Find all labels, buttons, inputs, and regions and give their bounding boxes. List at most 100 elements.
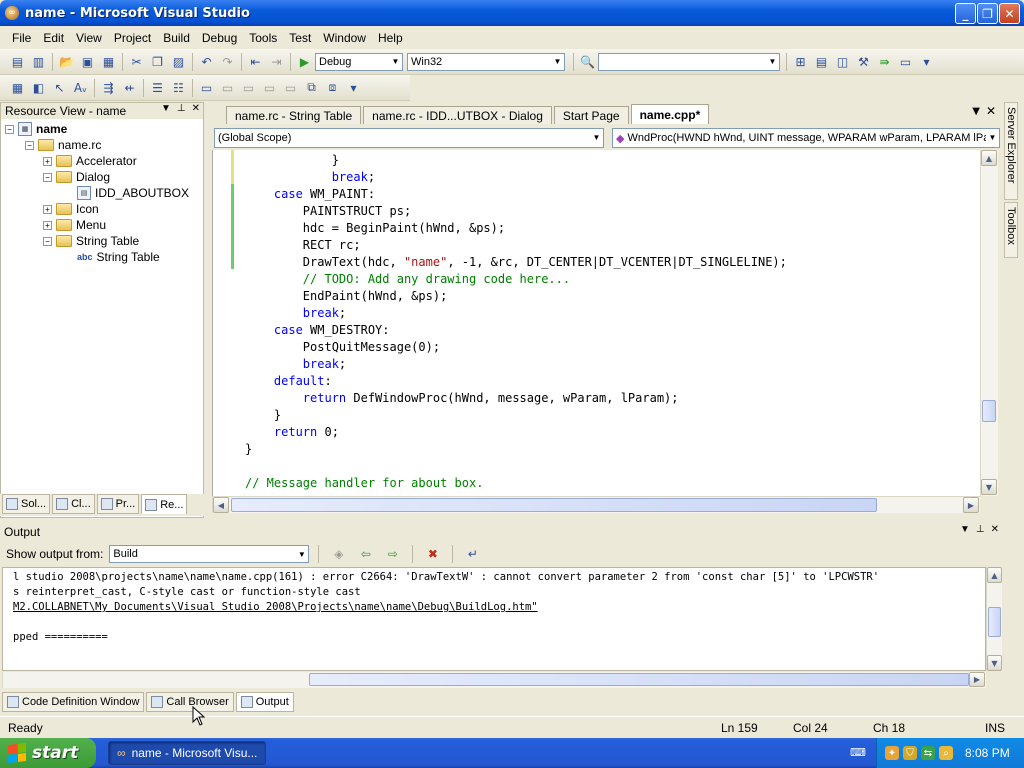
bookmark-prev-folder-icon[interactable]: ▭ [260, 78, 279, 97]
scroll-thumb[interactable] [231, 498, 877, 512]
bookmark-window-icon[interactable]: ⧈ [323, 78, 342, 97]
tab-property-manager[interactable]: Pr... [96, 494, 140, 514]
output-line[interactable]: pped ========== [13, 631, 108, 643]
code-line[interactable]: PostQuitMessage(0); [245, 340, 440, 354]
scroll-right-icon[interactable]: ▶ [969, 672, 985, 687]
new-project-icon[interactable]: ▤ [8, 52, 27, 71]
security-shield-icon[interactable]: ⛉ [903, 746, 917, 760]
code-line[interactable]: } [245, 408, 281, 422]
comment-icon[interactable]: ☰ [148, 78, 167, 97]
code-line[interactable]: DrawText(hdc, "name", -1, &rc, DT_CENTER… [245, 255, 787, 269]
scroll-left-icon[interactable]: ◀ [213, 497, 229, 513]
taskbar-item-visual-studio[interactable]: ∞ name - Microsoft Visu... [108, 741, 266, 765]
tab-output[interactable]: Output [235, 692, 294, 712]
doc-tab-string-table[interactable]: name.rc - String Table [226, 106, 362, 124]
menu-tools[interactable]: Tools [243, 31, 283, 45]
minimize-button[interactable]: _ [955, 3, 976, 24]
member-select[interactable]: ◆ WndProc(HWND hWnd, UINT message, WPARAM… [612, 128, 1000, 148]
code-line[interactable]: } [245, 442, 252, 456]
menu-window[interactable]: Window [317, 31, 372, 45]
code-line[interactable]: break; [245, 357, 346, 371]
close-icon[interactable]: ✕ [192, 103, 200, 114]
code-line[interactable]: break; [245, 306, 346, 320]
code-line[interactable]: EndPaint(hWnd, &ps); [245, 289, 448, 303]
start-button[interactable]: start [0, 738, 96, 768]
restore-button[interactable]: ❐ [977, 3, 998, 24]
outdent-icon[interactable]: ⇷ [120, 78, 139, 97]
code-horizontal-scrollbar[interactable]: ◀ ▶ [212, 496, 980, 513]
add-item-icon[interactable]: ▥ [29, 52, 48, 71]
window-position-icon[interactable]: ▼ [161, 103, 171, 114]
uncomment-icon[interactable]: ☷ [169, 78, 188, 97]
scroll-thumb[interactable] [982, 400, 996, 422]
undo-icon[interactable]: ↶ [197, 52, 216, 71]
code-line[interactable]: } [245, 153, 339, 167]
navigate-back-icon[interactable]: ⇤ [246, 52, 265, 71]
start-page-icon[interactable]: ⇛ [875, 52, 894, 71]
output-text-area[interactable]: l studio 2008\projects\name\name\name.cp… [2, 567, 986, 671]
next-message-icon[interactable]: ⇨ [383, 545, 402, 564]
output-line[interactable]: M2.COLLABNET\My Documents\Visual Studio … [13, 601, 538, 613]
tree-item-rc[interactable]: − name.rc [25, 137, 101, 153]
tab-solution-explorer[interactable]: Sol... [2, 494, 51, 514]
code-line[interactable]: hdc = BeginPaint(hWnd, &ps); [245, 221, 505, 235]
toolbox-icon[interactable]: ⚒ [854, 52, 873, 71]
code-line[interactable]: PAINTSTRUCT ps; [245, 204, 411, 218]
code-text[interactable]: } break; case WM_PAINT: PAINTSTRUCT ps; … [245, 152, 787, 492]
scope-select[interactable]: (Global Scope) ▼ [214, 128, 604, 148]
align-icon[interactable]: ◧ [29, 78, 48, 97]
bookmark-prev-icon[interactable]: ▭ [218, 78, 237, 97]
tray-app-icon[interactable]: ✦ [885, 746, 899, 760]
code-line[interactable]: case WM_DESTROY: [245, 323, 390, 337]
scroll-down-icon[interactable]: ▼ [981, 479, 997, 495]
output-horizontal-scrollbar[interactable]: ▶ [2, 672, 986, 688]
toolbar-options-icon[interactable]: ▾ [917, 52, 936, 71]
scroll-up-icon[interactable]: ▲ [981, 150, 997, 166]
code-line[interactable]: // Message handler for about box. [245, 476, 483, 490]
copy-icon[interactable]: ❐ [148, 52, 167, 71]
doc-tab-name-cpp[interactable]: name.cpp* [630, 104, 710, 124]
tab-code-definition[interactable]: Code Definition Window [2, 692, 145, 712]
scroll-thumb[interactable] [309, 673, 969, 686]
output-line[interactable]: s reinterpret_cast, C-style cast or func… [13, 586, 361, 598]
menu-debug[interactable]: Debug [196, 31, 243, 45]
bookmark-next-icon[interactable]: ▭ [239, 78, 258, 97]
output-vertical-scrollbar[interactable]: ▲ ▼ [986, 567, 1002, 671]
output-line[interactable]: l studio 2008\projects\name\name\name.cp… [13, 571, 879, 583]
menu-build[interactable]: Build [157, 31, 196, 45]
code-line[interactable]: RECT rc; [245, 238, 361, 252]
find-combo[interactable]: ▼ [598, 52, 780, 71]
tree-item-menu[interactable]: + Menu [43, 217, 106, 233]
find-message-icon[interactable]: ◈ [329, 545, 348, 564]
tab-resource-view[interactable]: Re... [141, 494, 188, 514]
pin-icon[interactable]: ⊥ [177, 103, 186, 114]
code-line[interactable]: case WM_PAINT: [245, 187, 375, 201]
code-line[interactable]: return 0; [245, 425, 339, 439]
solution-config-select[interactable]: Debug ▼ [315, 52, 403, 71]
object-browser-icon[interactable]: ◫ [833, 52, 852, 71]
open-file-icon[interactable]: 📂 [57, 52, 76, 71]
code-editor[interactable]: } break; case WM_PAINT: PAINTSTRUCT ps; … [212, 150, 980, 496]
command-window-icon[interactable]: ▭ [896, 52, 915, 71]
keyboard-icon[interactable]: ⌨ [850, 746, 866, 760]
window-position-icon[interactable]: ▼ [960, 524, 970, 535]
tree-item-string-table[interactable]: abc String Table [77, 249, 160, 265]
network-icon[interactable]: ⇆ [921, 746, 935, 760]
code-line[interactable]: return DefWindowProc(hWnd, message, wPar… [245, 391, 679, 405]
output-source-select[interactable]: Build ▼ [109, 545, 310, 563]
platform-select[interactable]: Win32 ▼ [407, 52, 565, 71]
code-vertical-scrollbar[interactable]: ▲ ▼ [980, 150, 998, 496]
scroll-right-icon[interactable]: ▶ [963, 497, 979, 513]
pin-icon[interactable]: ⊥ [976, 524, 985, 535]
tree-item-icon[interactable]: + Icon [43, 201, 99, 217]
menu-file[interactable]: File [6, 31, 37, 45]
scroll-thumb[interactable] [988, 607, 1001, 637]
redo-icon[interactable]: ↷ [218, 52, 237, 71]
paste-icon[interactable]: ▨ [169, 52, 188, 71]
save-icon[interactable]: ▣ [78, 52, 97, 71]
solution-explorer-icon[interactable]: ⊞ [791, 52, 810, 71]
prev-message-icon[interactable]: ⇦ [356, 545, 375, 564]
menu-project[interactable]: Project [108, 31, 157, 45]
toolbar2-options-icon[interactable]: ▾ [344, 78, 363, 97]
search-icon[interactable]: ⌕ [939, 746, 953, 760]
